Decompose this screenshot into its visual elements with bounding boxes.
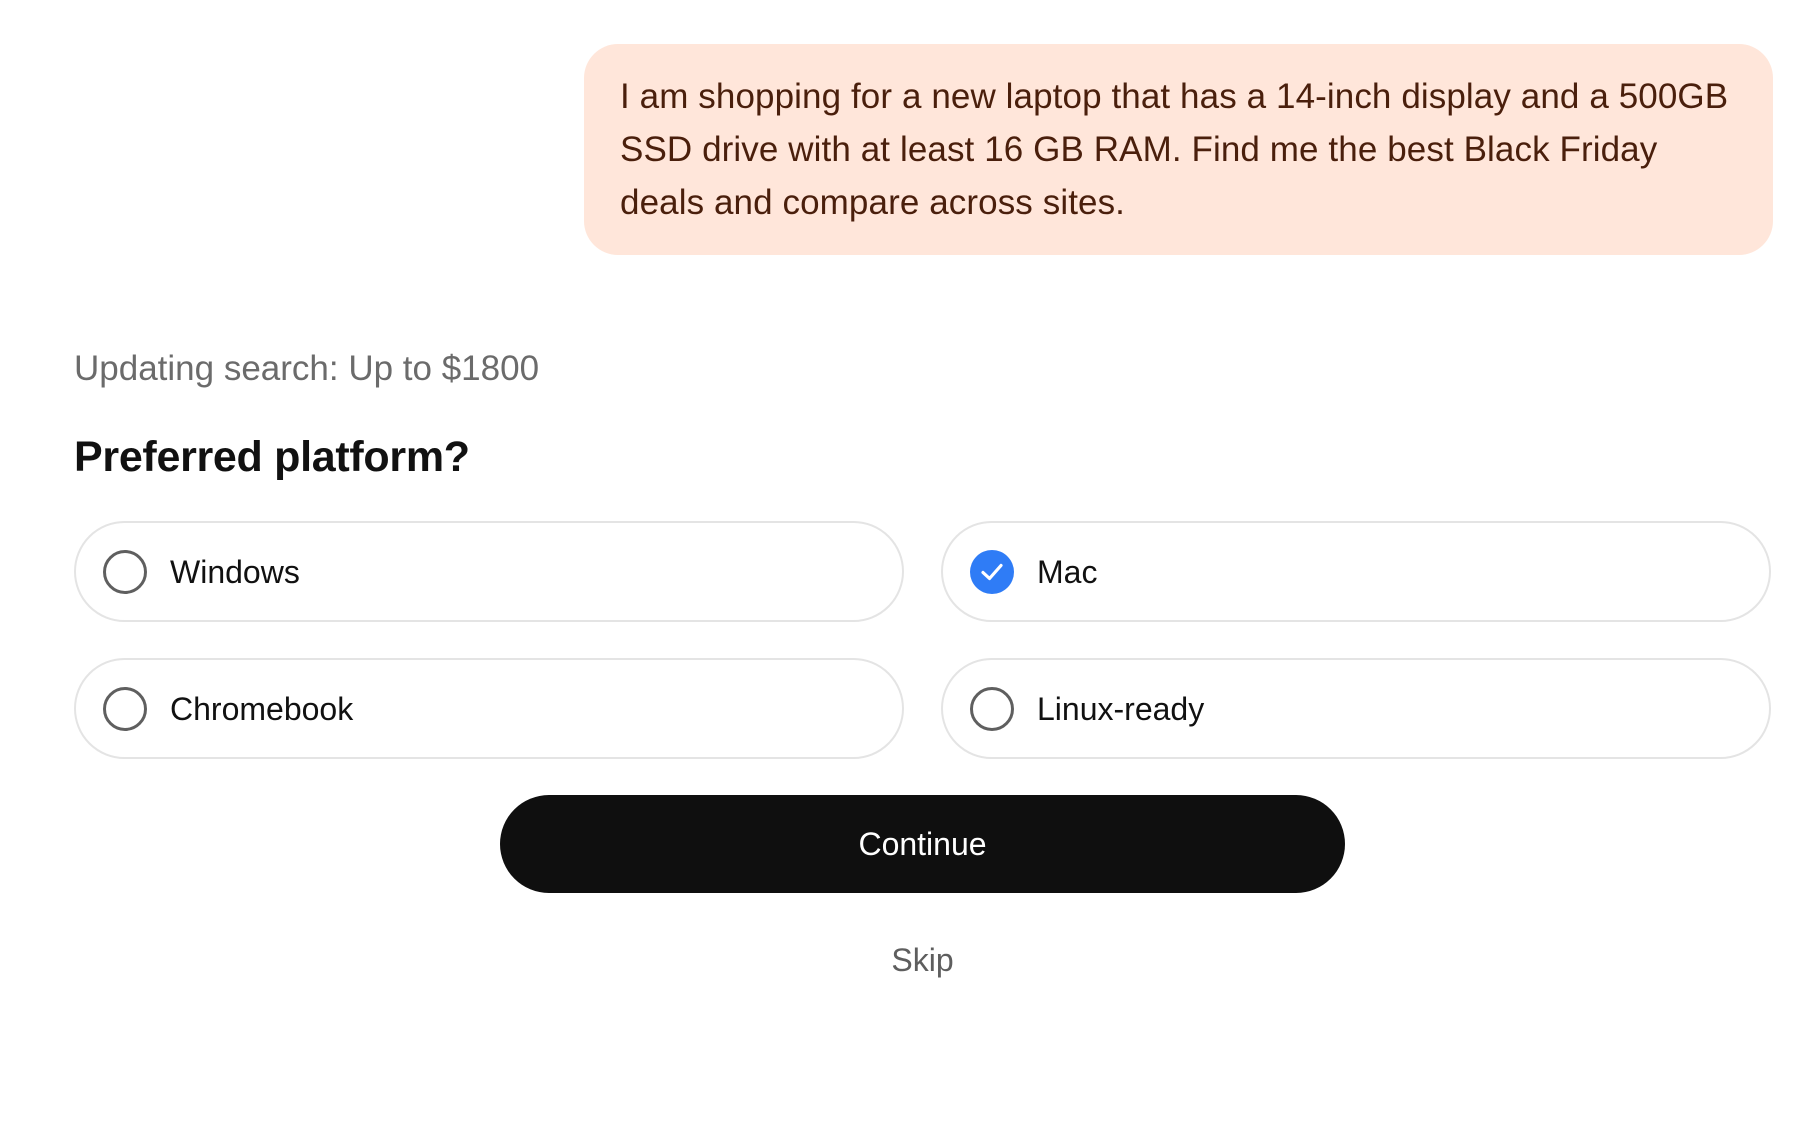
option-mac[interactable]: Mac <box>941 521 1771 622</box>
option-windows[interactable]: Windows <box>74 521 904 622</box>
option-label: Chromebook <box>170 690 354 727</box>
option-linux-ready[interactable]: Linux-ready <box>941 658 1771 759</box>
continue-button[interactable]: Continue <box>500 795 1345 893</box>
radio-circle-icon <box>103 686 147 731</box>
question-title: Preferred platform? <box>74 433 470 481</box>
radio-circle-icon <box>103 549 147 594</box>
option-chromebook[interactable]: Chromebook <box>74 658 904 759</box>
skip-link[interactable]: Skip <box>800 940 1045 980</box>
option-label: Windows <box>170 553 300 590</box>
option-label: Linux-ready <box>1037 690 1205 727</box>
user-message-bubble: I am shopping for a new laptop that has … <box>584 44 1773 255</box>
radio-circle-icon <box>970 686 1014 731</box>
chat-page: I am shopping for a new laptop that has … <box>0 0 1802 1140</box>
option-label: Mac <box>1037 553 1098 590</box>
user-message-text: I am shopping for a new laptop that has … <box>620 77 1729 222</box>
search-status-text: Updating search: Up to $1800 <box>74 349 540 388</box>
checkmark-icon <box>970 549 1014 594</box>
